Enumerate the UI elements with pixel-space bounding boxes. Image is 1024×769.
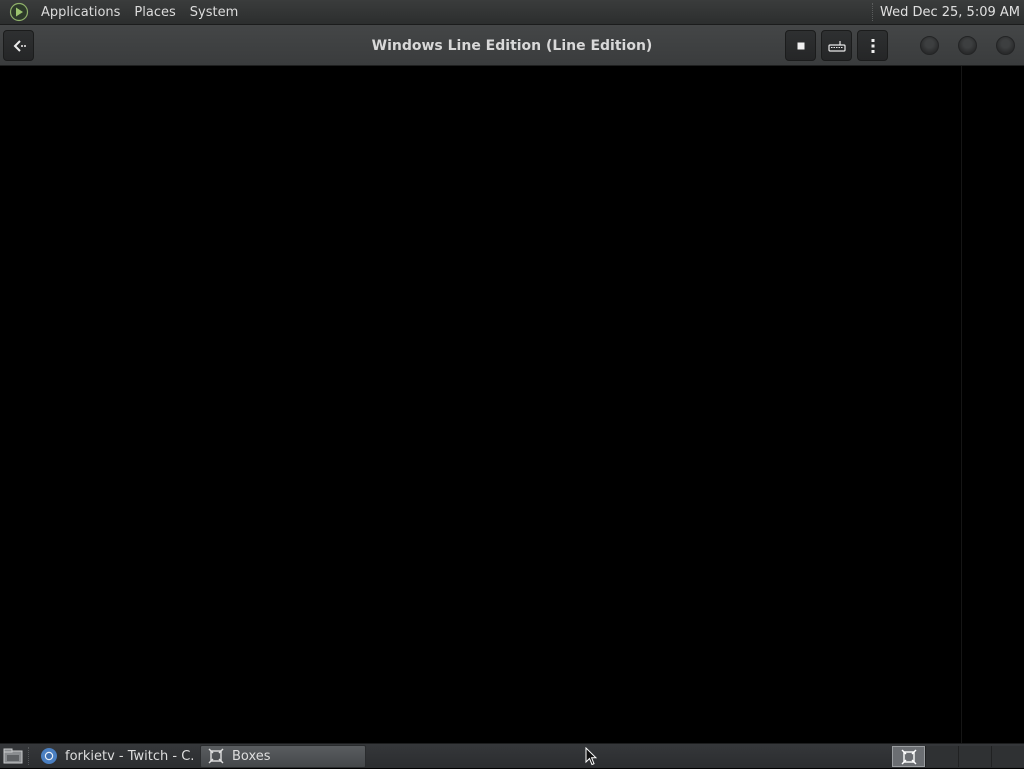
properties-menu-button[interactable] xyxy=(857,30,888,61)
taskbar-item-label: forkietv - Twitch - C... xyxy=(65,748,194,764)
workspace-4[interactable] xyxy=(991,746,1024,767)
workspace-switcher xyxy=(892,746,1024,767)
show-desktop-icon xyxy=(3,748,23,764)
boxes-icon xyxy=(207,747,225,765)
workspace-2[interactable] xyxy=(925,746,958,767)
clock[interactable]: Wed Dec 25, 5:09 AM xyxy=(880,5,1024,20)
back-button[interactable] xyxy=(3,30,34,61)
stop-button[interactable] xyxy=(785,30,816,61)
taskbar-separator xyxy=(28,747,30,765)
vertical-ellipsis-icon xyxy=(871,38,874,53)
taskbar-item-label: Boxes xyxy=(232,748,271,764)
taskbar-item-chrome[interactable]: forkietv - Twitch - C... xyxy=(34,745,200,768)
display-edge xyxy=(961,66,962,743)
close-button[interactable] xyxy=(996,36,1015,55)
workspace-3[interactable] xyxy=(958,746,991,767)
system-menu[interactable]: System xyxy=(183,0,245,25)
workspace-1[interactable] xyxy=(892,746,925,767)
boxes-icon xyxy=(901,749,916,764)
maximize-button[interactable] xyxy=(958,36,977,55)
boxes-headerbar: Windows Line Edition (Line Edition) xyxy=(0,25,1024,66)
send-keys-button[interactable] xyxy=(821,30,852,61)
show-desktop-button[interactable] xyxy=(0,744,26,769)
vm-display[interactable] xyxy=(0,66,1024,743)
top-panel: Applications Places System Wed Dec 25, 5… xyxy=(0,0,1024,25)
distro-logo-icon[interactable] xyxy=(9,2,29,22)
places-menu[interactable]: Places xyxy=(127,0,182,25)
keyboard-icon xyxy=(827,40,846,52)
panel-separator xyxy=(871,3,874,21)
minimize-button[interactable] xyxy=(920,36,939,55)
applications-menu[interactable]: Applications xyxy=(34,0,127,25)
stop-icon xyxy=(797,42,804,49)
back-arrow-icon xyxy=(13,39,26,52)
chrome-icon xyxy=(40,747,58,765)
bottom-panel: forkietv - Twitch - C... Boxes xyxy=(0,743,1024,768)
taskbar-item-boxes[interactable]: Boxes xyxy=(200,744,366,768)
mouse-cursor-icon xyxy=(585,747,597,766)
